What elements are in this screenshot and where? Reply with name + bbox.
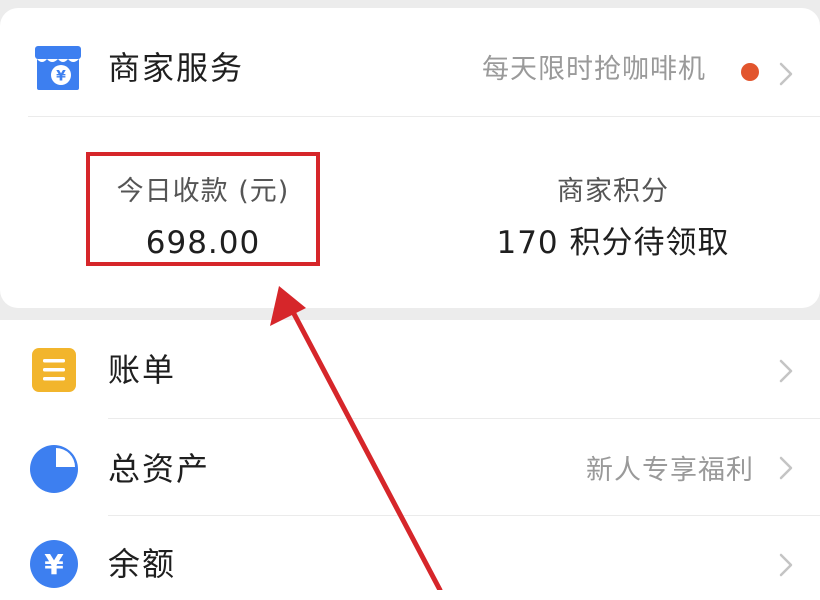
annotation-arrow-icon [270, 286, 443, 590]
